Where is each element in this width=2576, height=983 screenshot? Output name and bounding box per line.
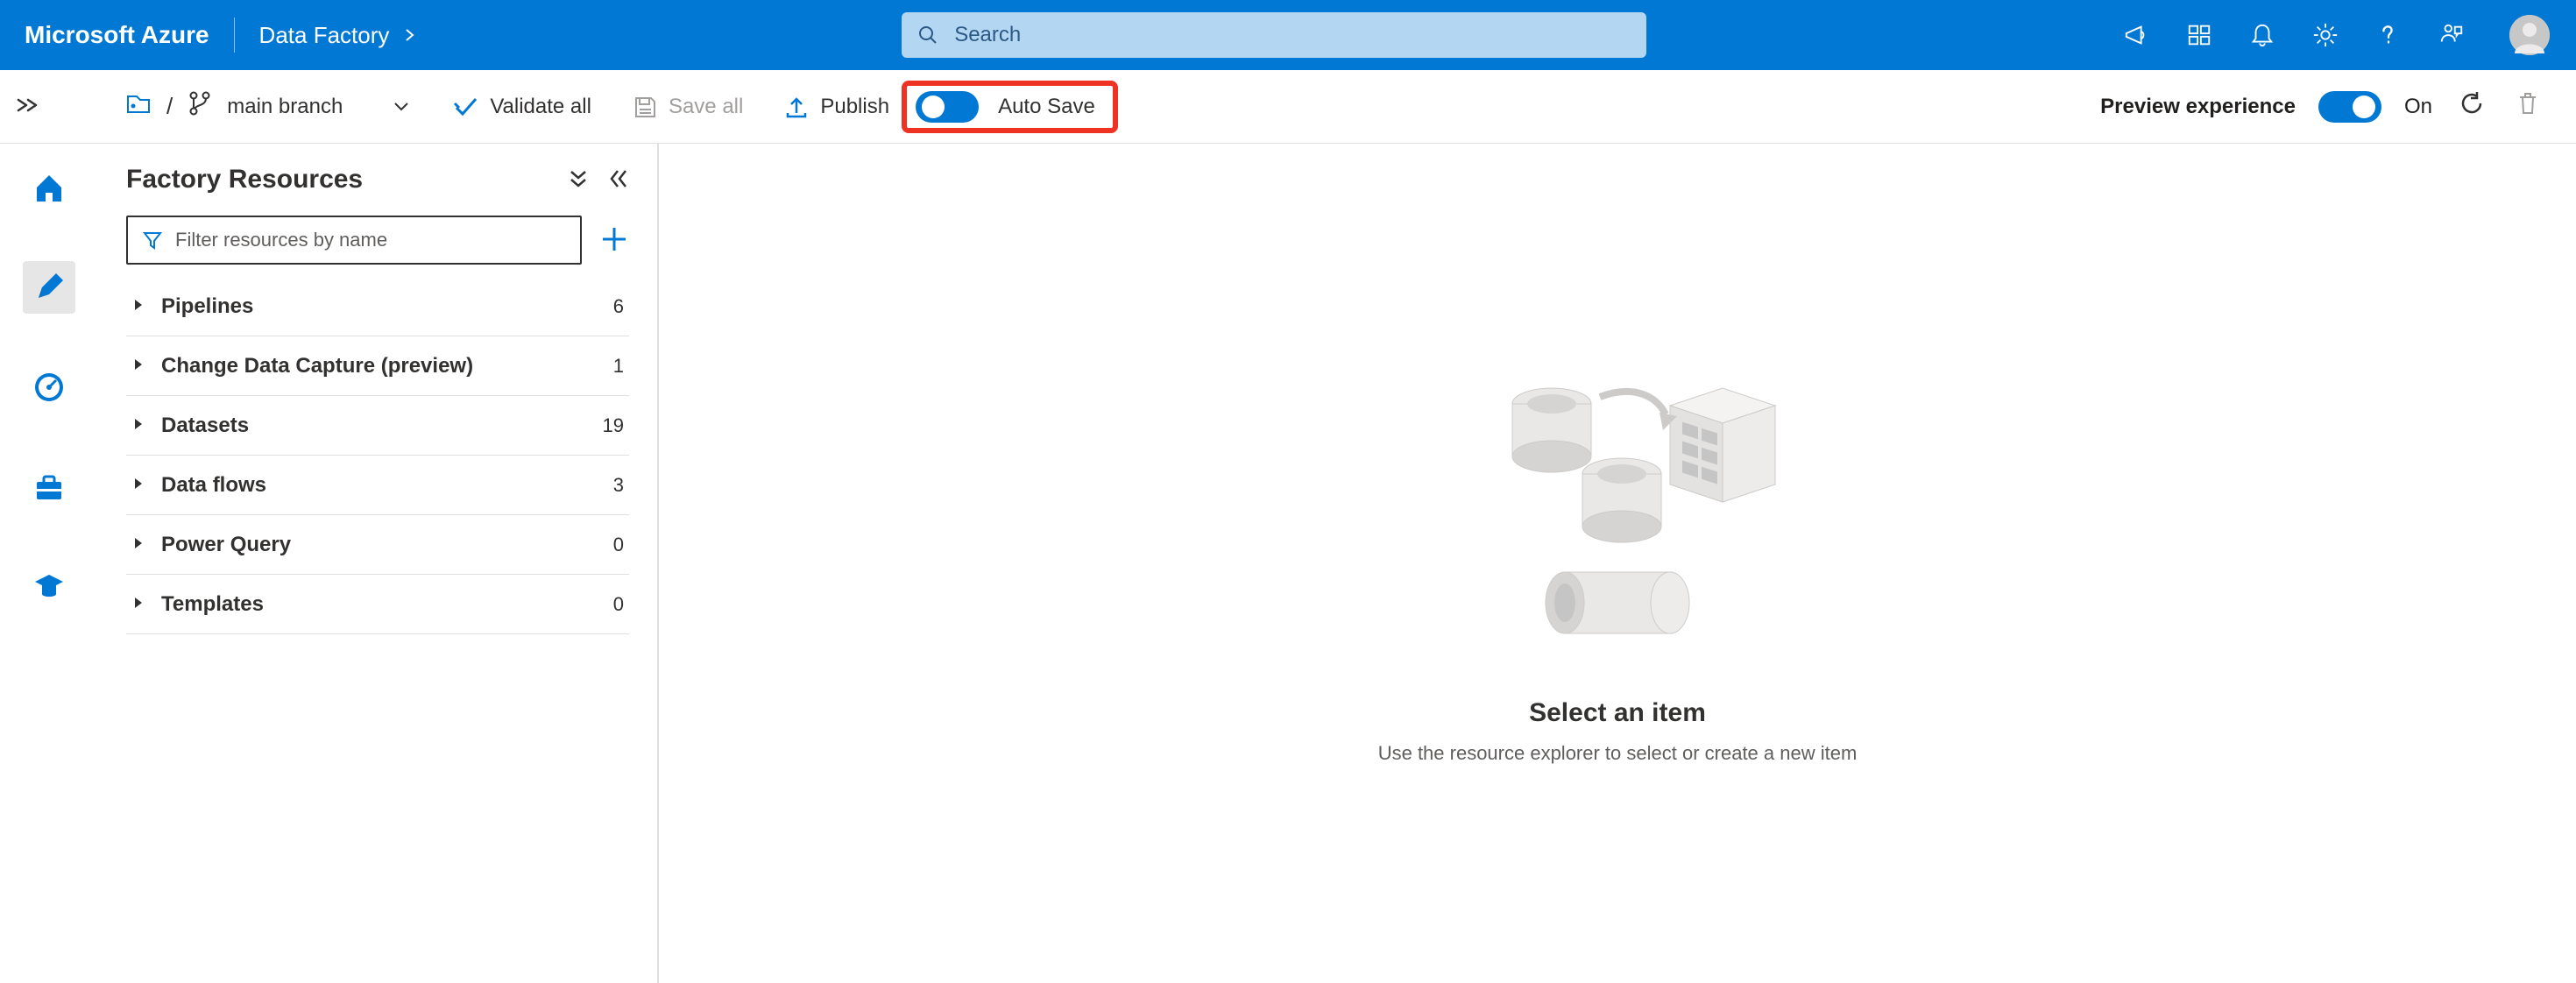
- azure-top-bar: Microsoft Azure Data Factory: [0, 0, 2576, 70]
- expand-sidebar-button[interactable]: [12, 89, 44, 121]
- empty-state-subtitle: Use the resource explorer to select or c…: [1378, 742, 1858, 765]
- chevron-right-icon: [403, 28, 417, 42]
- resource-filter-input[interactable]: [175, 229, 566, 251]
- gauge-icon: [32, 370, 67, 405]
- resource-item-count: 0: [613, 534, 624, 556]
- breadcrumb-slash: /: [166, 93, 173, 120]
- help-icon[interactable]: [2374, 21, 2403, 49]
- chevron-right-icon: [131, 298, 145, 315]
- validate-all-button[interactable]: Validate all: [453, 94, 591, 120]
- resources-title: Factory Resources: [126, 165, 363, 194]
- resource-item-datasets[interactable]: Datasets 19: [126, 396, 629, 456]
- nav-author[interactable]: [23, 261, 75, 314]
- search-icon: [917, 25, 938, 46]
- bell-icon[interactable]: [2248, 21, 2276, 49]
- repo-icon: [124, 91, 152, 122]
- publish-button[interactable]: Publish: [783, 94, 889, 120]
- preview-on-label: On: [2404, 95, 2432, 119]
- user-avatar[interactable]: [2509, 15, 2550, 55]
- chevron-right-icon: [131, 596, 145, 612]
- resource-item-label: Pipelines: [161, 294, 613, 319]
- chevron-right-icon: [131, 477, 145, 493]
- gear-icon[interactable]: [2311, 21, 2339, 49]
- feedback-icon[interactable]: [2438, 21, 2466, 49]
- pencil-icon: [32, 270, 67, 305]
- git-branch-icon: [187, 90, 213, 123]
- trash-icon: [2515, 90, 2541, 117]
- chevron-right-icon: [131, 357, 145, 374]
- resource-item-templates[interactable]: Templates 0: [126, 575, 629, 634]
- preview-experience-label: Preview experience: [2100, 95, 2296, 119]
- autosave-highlight: Auto Save: [902, 81, 1118, 133]
- authoring-toolbar: / main branch Validate all Save all Publ…: [0, 70, 2576, 144]
- resource-item-cdc[interactable]: Change Data Capture (preview) 1: [126, 336, 629, 396]
- validate-all-label: Validate all: [490, 95, 591, 119]
- authoring-canvas: Select an item Use the resource explorer…: [659, 144, 2576, 983]
- nav-learn[interactable]: [23, 561, 75, 613]
- nav-home[interactable]: [23, 161, 75, 214]
- resource-list: Pipelines 6 Change Data Capture (preview…: [126, 277, 629, 634]
- autosave-label: Auto Save: [998, 95, 1095, 119]
- double-chevron-down-icon: [568, 168, 589, 189]
- upload-icon: [783, 94, 810, 120]
- plus-icon: [599, 224, 629, 254]
- resource-filter-box[interactable]: [126, 216, 582, 265]
- resource-item-label: Datasets: [161, 414, 603, 438]
- chevron-right-icon: [131, 536, 145, 553]
- factory-resources-panel: Factory Resources Pipelines 6 Change Dat…: [98, 144, 659, 983]
- save-all-label: Save all: [669, 95, 743, 119]
- refresh-icon: [2459, 90, 2485, 117]
- save-all-button: Save all: [632, 94, 743, 120]
- collapse-panel-button[interactable]: [608, 168, 629, 192]
- resource-item-count: 3: [613, 474, 624, 497]
- resource-item-label: Templates: [161, 592, 613, 617]
- service-name[interactable]: Data Factory: [235, 22, 427, 49]
- empty-state-title: Select an item: [1529, 698, 1706, 728]
- panel-icon[interactable]: [2185, 21, 2213, 49]
- resource-item-count: 1: [613, 355, 624, 378]
- global-search[interactable]: [902, 12, 1646, 58]
- publish-label: Publish: [820, 95, 889, 119]
- checkmark-icon: [453, 94, 479, 120]
- resource-item-count: 19: [603, 414, 624, 437]
- preview-toggle[interactable]: [2318, 91, 2381, 123]
- chevron-down-icon: [392, 96, 413, 117]
- double-chevron-left-icon: [608, 168, 629, 189]
- empty-state-illustration: [1433, 362, 1801, 677]
- resource-item-label: Data flows: [161, 473, 613, 498]
- branch-selector[interactable]: / main branch: [124, 90, 413, 123]
- graduation-cap-icon: [32, 569, 67, 605]
- delete-button[interactable]: [2515, 90, 2541, 123]
- resource-item-pipelines[interactable]: Pipelines 6: [126, 277, 629, 336]
- megaphone-icon[interactable]: [2122, 21, 2150, 49]
- refresh-button[interactable]: [2459, 90, 2485, 123]
- resource-item-dataflows[interactable]: Data flows 3: [126, 456, 629, 515]
- save-icon: [632, 94, 658, 120]
- nav-manage[interactable]: [23, 461, 75, 513]
- preview-experience-group: Preview experience On: [2100, 91, 2432, 123]
- resource-item-count: 6: [613, 295, 624, 318]
- add-resource-button[interactable]: [599, 224, 629, 257]
- branch-name: main branch: [227, 95, 343, 119]
- service-label: Data Factory: [259, 22, 390, 49]
- left-side-nav: [0, 144, 98, 983]
- collapse-all-button[interactable]: [568, 168, 589, 192]
- resource-item-count: 0: [613, 593, 624, 616]
- search-input[interactable]: [938, 23, 1646, 47]
- home-icon: [32, 170, 67, 205]
- nav-monitor[interactable]: [23, 361, 75, 414]
- brand-label[interactable]: Microsoft Azure: [25, 21, 234, 49]
- filter-icon: [142, 230, 163, 251]
- resource-item-label: Power Query: [161, 533, 613, 557]
- resource-item-label: Change Data Capture (preview): [161, 354, 613, 378]
- chevron-right-icon: [131, 417, 145, 434]
- toolbox-icon: [32, 470, 67, 505]
- resource-item-powerquery[interactable]: Power Query 0: [126, 515, 629, 575]
- autosave-toggle[interactable]: [916, 91, 979, 123]
